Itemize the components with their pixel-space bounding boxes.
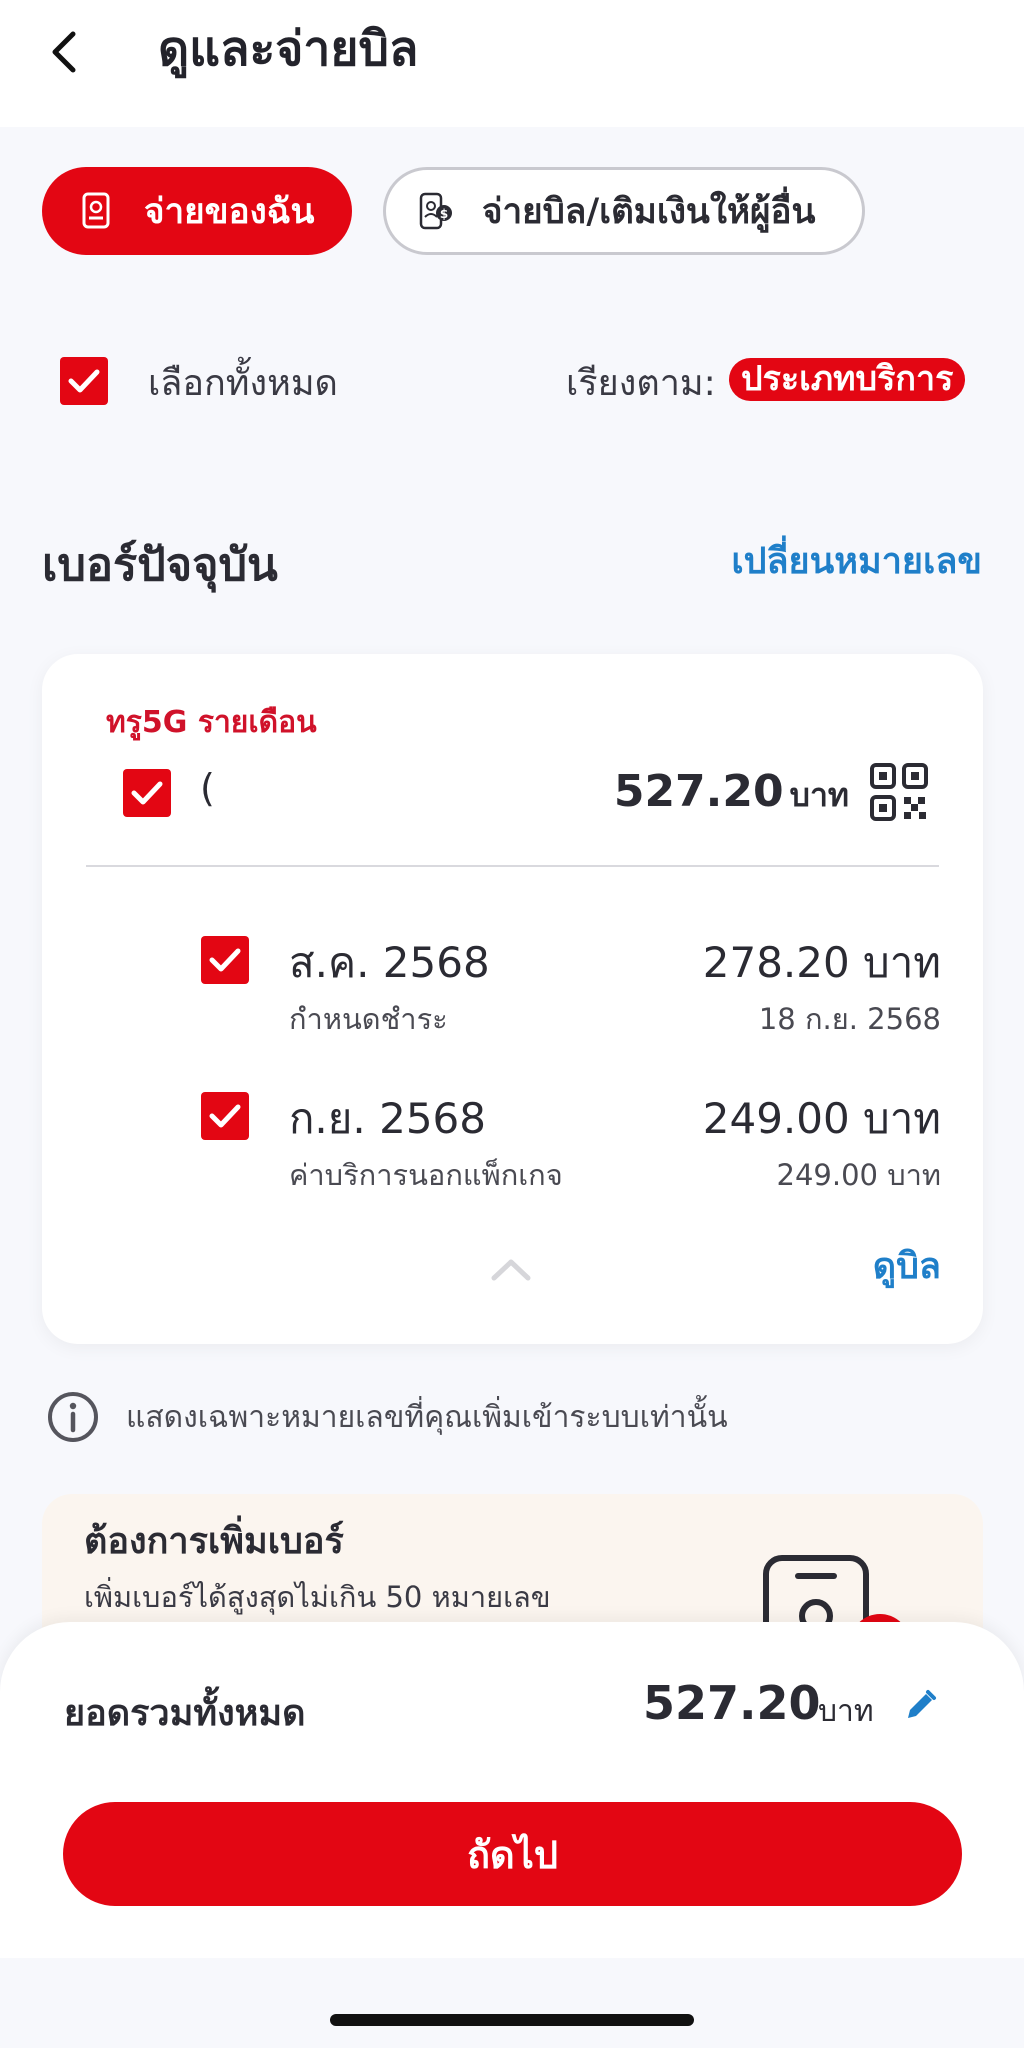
plan-name: ทรู5G รายเดือน: [106, 705, 317, 740]
account-total: 527.20 บาท: [614, 766, 849, 821]
check-icon: [209, 948, 241, 972]
bill-sub-label: กำหนดชำระ: [289, 1002, 448, 1036]
chevron-up-icon[interactable]: [488, 1254, 534, 1284]
check-icon: [209, 1104, 241, 1128]
check-icon: [131, 781, 163, 805]
header: ดูและจ่ายบิล: [0, 0, 1024, 127]
bill-extra-amount: 249.00 บาท: [776, 1158, 942, 1192]
chevron-left-icon: [52, 31, 76, 73]
view-bill-link[interactable]: ดูบิล: [873, 1237, 941, 1294]
bill-sub-label: ค่าบริการนอกแพ็กเกจ: [289, 1158, 563, 1192]
tab-pay-others-label: จ่ายบิล/เติมเงินให้ผู้อื่น: [482, 191, 816, 232]
summary-sheet: ยอดรวมทั้งหมด 527.20 บาท ถัดไป: [0, 1622, 1024, 1958]
info-text: แสดงเฉพาะหมายเลขที่คุณเพิ่มเข้าระบบเท่าน…: [126, 1400, 728, 1435]
phone-number: (: [200, 766, 215, 810]
summary-unit: บาท: [818, 1694, 874, 1729]
svg-text:$: $: [440, 207, 448, 221]
tab-pay-others[interactable]: $ จ่ายบิล/เติมเงินให้ผู้อื่น: [383, 167, 865, 255]
section-title: เบอร์ปัจจุบัน: [42, 538, 278, 591]
summary-label: ยอดรวมทั้งหมด: [64, 1693, 306, 1734]
tab-pay-mine[interactable]: จ่ายของฉัน: [42, 167, 352, 255]
bill-amount: 278.20 บาท: [702, 938, 941, 987]
bill-month: ก.ย. 2568: [289, 1094, 486, 1143]
card-divider: [86, 865, 939, 867]
home-indicator[interactable]: [330, 2014, 694, 2026]
home-area: [0, 1958, 1024, 2048]
bill-checkbox[interactable]: [201, 936, 249, 984]
back-button[interactable]: [38, 26, 90, 78]
account-card: ทรู5G รายเดือน ( 527.20 บาท ส.ค. 2568 กำ…: [42, 654, 983, 1344]
bill-amount: 249.00 บาท: [702, 1094, 941, 1143]
select-all-label: เลือกทั้งหมด: [148, 363, 338, 404]
bill-payment-screen: ดูและจ่ายบิล จ่ายของฉัน $ จ่ายบิล/เติมเง…: [0, 0, 1024, 2048]
sort-value-badge[interactable]: ประเภทบริการ: [729, 358, 966, 401]
change-number-link[interactable]: เปลี่ยนหมายเลข: [731, 532, 982, 589]
account-total-value: 527.20: [613, 766, 784, 817]
info-icon: [46, 1390, 100, 1448]
tab-pay-mine-label: จ่ายของฉัน: [144, 191, 315, 232]
check-icon: [68, 369, 100, 393]
sort-label: เรียงตาม:: [566, 363, 716, 404]
number-checkbox[interactable]: [123, 769, 171, 817]
bill-due-date: 18 ก.ย. 2568: [758, 1002, 941, 1036]
promo-title: ต้องการเพิ่มเบอร์: [84, 1521, 344, 1562]
bill-row: ก.ย. 2568 ค่าบริการนอกแพ็กเกจ 249.00 บาท…: [42, 1092, 983, 1212]
qr-code-button[interactable]: [869, 762, 929, 822]
next-button[interactable]: ถัดไป: [63, 1802, 962, 1906]
account-total-unit: บาท: [789, 776, 849, 814]
select-all-checkbox[interactable]: [60, 357, 108, 405]
edit-pencil-icon[interactable]: [902, 1688, 938, 1724]
bill-icon: [76, 191, 116, 231]
summary-amount: 527.20: [643, 1676, 821, 1730]
qr-code-icon: [870, 763, 928, 821]
bill-row: ส.ค. 2568 กำหนดชำระ 278.20 บาท 18 ก.ย. 2…: [42, 936, 983, 1056]
page-title: ดูและจ่ายบิล: [158, 21, 419, 77]
bill-checkbox[interactable]: [201, 1092, 249, 1140]
phone-transfer-icon: $: [414, 191, 454, 231]
bill-month: ส.ค. 2568: [289, 938, 490, 987]
promo-subtitle: เพิ่มเบอร์ได้สูงสุดไม่เกิน 50 หมายเลข: [84, 1580, 551, 1614]
